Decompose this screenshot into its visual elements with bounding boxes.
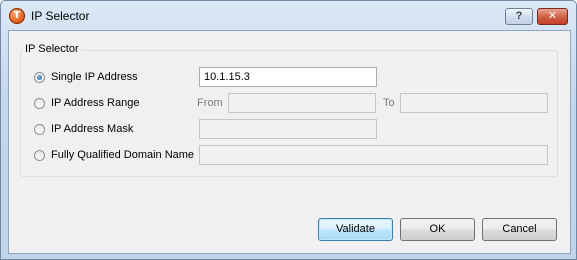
radio-single-ip[interactable] (34, 72, 45, 83)
single-ip-input[interactable]: 10.1.15.3 (199, 67, 377, 87)
from-label: From (197, 97, 223, 109)
validate-button[interactable]: Validate (318, 218, 393, 241)
ip-range-label[interactable]: IP Address Range (51, 97, 139, 109)
ip-mask-input[interactable] (199, 119, 377, 139)
single-ip-label[interactable]: Single IP Address (51, 71, 138, 83)
ip-mask-label[interactable]: IP Address Mask (51, 123, 133, 135)
ok-button[interactable]: OK (400, 218, 475, 241)
dialog-window: T IP Selector ? ✕ IP Selector Single IP … (0, 0, 577, 260)
radio-ip-range[interactable] (34, 98, 45, 109)
to-label: To (383, 97, 395, 109)
close-button[interactable]: ✕ (537, 8, 568, 25)
app-logo-icon: T (9, 8, 25, 24)
radio-ip-mask[interactable] (34, 124, 45, 135)
range-to-input[interactable] (400, 93, 548, 113)
title-bar[interactable]: T IP Selector ? ✕ (1, 1, 576, 31)
group-label: IP Selector (22, 43, 82, 55)
cancel-button[interactable]: Cancel (482, 218, 557, 241)
fqdn-input[interactable] (199, 145, 548, 165)
help-button[interactable]: ? (505, 8, 533, 25)
window-title: IP Selector (31, 9, 90, 23)
dialog-body: IP Selector Single IP Address 10.1.15.3 … (8, 30, 571, 254)
fqdn-label[interactable]: Fully Qualified Domain Name (51, 149, 194, 161)
range-from-input[interactable] (228, 93, 376, 113)
radio-fqdn[interactable] (34, 150, 45, 161)
